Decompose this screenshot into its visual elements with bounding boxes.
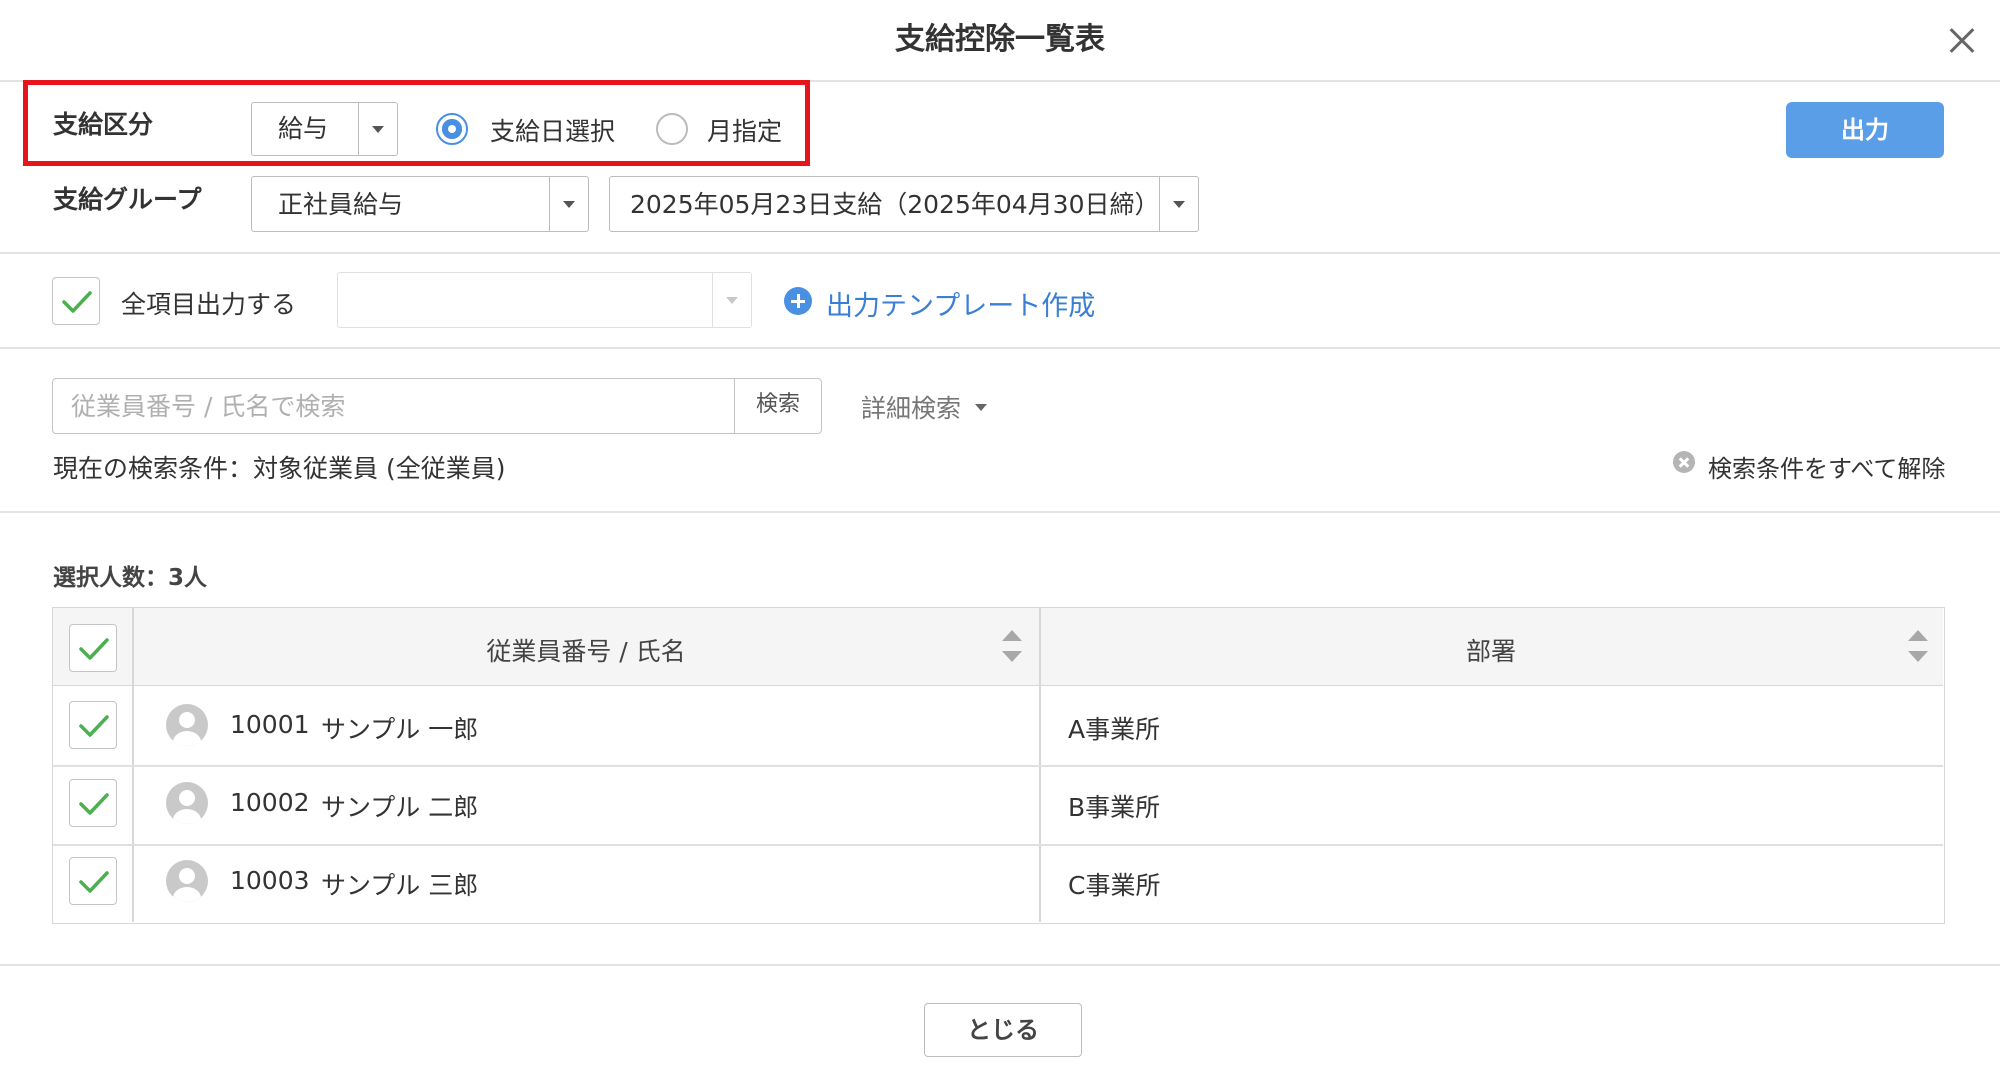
chevron-down-icon xyxy=(358,103,397,155)
create-template-link[interactable]: 出力テンプレート作成 xyxy=(826,284,1095,323)
row-checkbox[interactable] xyxy=(69,857,117,905)
checkmark-icon xyxy=(79,793,109,815)
current-search-conditions: 現在の検索条件：対象従業員 (全従業員) xyxy=(53,454,506,483)
pay-date-select[interactable]: 2025年05月23日支給（2025年04月30日締） xyxy=(609,176,1199,232)
pay-group-select[interactable]: 正社員給与 xyxy=(251,176,589,232)
table-row[interactable]: 10002 サンプル 二郎 B事業所 xyxy=(53,766,1943,844)
chevron-down-icon xyxy=(1159,177,1198,231)
employee-table: 従業員番号 / 氏名 部署 10001 サンプル 一郎 A事業所 10002 サ… xyxy=(52,607,1945,924)
radio-pay-date-label: 支給日選択 xyxy=(490,117,616,146)
clear-icon[interactable] xyxy=(1673,451,1695,473)
footer-divider xyxy=(0,964,2000,966)
avatar xyxy=(166,782,208,824)
chevron-down-icon xyxy=(712,273,751,327)
employee-department: C事業所 xyxy=(1068,871,1161,900)
row-checkbox[interactable] xyxy=(69,701,117,749)
radio-pay-date[interactable] xyxy=(436,113,468,145)
pay-group-label: 支給グループ xyxy=(53,185,202,214)
close-button[interactable]: とじる xyxy=(924,1003,1082,1057)
search-button[interactable]: 検索 xyxy=(734,378,822,434)
employee-name: サンプル 二郎 xyxy=(321,793,479,822)
section-divider xyxy=(0,511,2000,513)
checkmark-icon xyxy=(79,715,109,737)
section-divider xyxy=(0,347,2000,349)
checkmark-icon xyxy=(79,871,109,893)
plus-circle-icon[interactable] xyxy=(784,287,812,315)
checkmark-icon xyxy=(62,291,92,313)
template-select[interactable] xyxy=(337,272,752,328)
output-button[interactable]: 出力 xyxy=(1786,102,1944,158)
radio-month-label: 月指定 xyxy=(707,117,783,146)
employee-name: サンプル 三郎 xyxy=(321,871,479,900)
pay-category-label: 支給区分 xyxy=(53,110,154,139)
employee-department: B事業所 xyxy=(1068,793,1161,822)
employee-id: 10003 xyxy=(230,866,310,895)
table-row[interactable]: 10003 サンプル 三郎 C事業所 xyxy=(53,845,1943,923)
radio-month[interactable] xyxy=(656,113,688,145)
pay-category-value: 給与 xyxy=(278,114,329,143)
close-icon[interactable] xyxy=(1940,18,1986,64)
employee-id: 10002 xyxy=(230,788,310,817)
checkmark-icon xyxy=(79,638,109,660)
sort-icon[interactable] xyxy=(1908,630,1928,664)
employee-id: 10001 xyxy=(230,710,310,739)
all-items-checkbox[interactable] xyxy=(52,277,100,325)
employee-department: A事業所 xyxy=(1068,715,1161,744)
clear-all-conditions-link[interactable]: 検索条件をすべて解除 xyxy=(1708,449,1945,484)
column-header-employee[interactable]: 従業員番号 / 氏名 xyxy=(133,632,1039,668)
pay-date-value: 2025年05月23日支給（2025年04月30日締） xyxy=(630,190,1160,219)
select-all-checkbox[interactable] xyxy=(69,624,117,672)
avatar xyxy=(166,860,208,902)
sort-icon[interactable] xyxy=(1002,630,1022,664)
dialog-title: 支給控除一覧表 xyxy=(895,22,1105,57)
employee-name: サンプル 一郎 xyxy=(321,715,479,744)
row-checkbox[interactable] xyxy=(69,779,117,827)
selection-count: 選択人数：3人 xyxy=(53,565,208,591)
chevron-down-icon xyxy=(549,177,588,231)
pay-group-value: 正社員給与 xyxy=(278,190,404,219)
chevron-down-icon xyxy=(975,404,987,411)
avatar xyxy=(166,704,208,746)
advanced-search-toggle[interactable]: 詳細検索 xyxy=(861,389,961,425)
search-input[interactable] xyxy=(52,378,735,434)
all-items-label: 全項目出力する xyxy=(121,290,297,319)
column-header-department[interactable]: 部署 xyxy=(1041,632,1941,668)
pay-category-select[interactable]: 給与 xyxy=(251,102,398,156)
table-row[interactable]: 10001 サンプル 一郎 A事業所 xyxy=(53,687,1943,765)
section-divider xyxy=(0,252,2000,254)
